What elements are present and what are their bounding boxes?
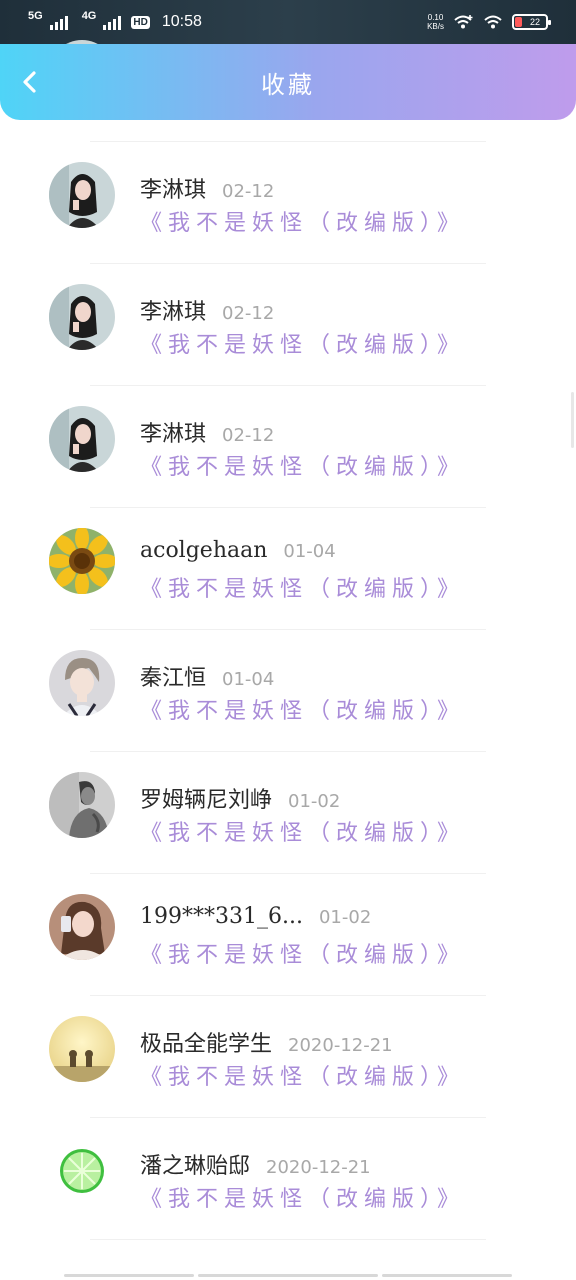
name-line: 秦江恒 01-04 bbox=[140, 660, 274, 692]
name-line: 李淋琪 02-12 bbox=[140, 294, 274, 326]
story-title-link[interactable]: 《我不是妖怪（改编版）》 bbox=[140, 1181, 465, 1213]
portrait-girl-avatar[interactable] bbox=[49, 162, 115, 228]
story-title-link[interactable]: 《我不是妖怪（改编版）》 bbox=[140, 815, 465, 847]
selfie-girl-avatar[interactable] bbox=[49, 894, 115, 960]
favorite-date: 02-12 bbox=[222, 303, 275, 324]
story-title-link[interactable]: 《我不是妖怪（改编版）》 bbox=[140, 1059, 465, 1091]
lime-avatar[interactable] bbox=[49, 1138, 115, 1204]
story-title-link[interactable]: 《我不是妖怪（改编版）》 bbox=[140, 327, 465, 359]
favorite-date: 2020-12-21 bbox=[266, 1157, 371, 1178]
page-title: 收藏 bbox=[261, 70, 315, 99]
list-item[interactable]: 199***331_6... 01-02 《我不是妖怪（改编版）》 bbox=[0, 874, 576, 996]
bottom-progress-bars bbox=[64, 1274, 512, 1278]
name-line: 199***331_6... 01-02 bbox=[140, 904, 371, 929]
name-line: 李淋琪 02-12 bbox=[140, 416, 274, 448]
portrait-girl-avatar[interactable] bbox=[49, 406, 115, 472]
user-name: acolgehaan bbox=[140, 538, 268, 563]
name-line: acolgehaan 01-04 bbox=[140, 538, 336, 563]
list-item[interactable]: 罗姆辆尼刘峥 01-02 《我不是妖怪（改编版）》 bbox=[0, 752, 576, 874]
user-name: 罗姆辆尼刘峥 bbox=[140, 788, 273, 813]
favorite-date: 01-04 bbox=[222, 669, 275, 690]
story-title-link[interactable]: 《我不是妖怪（改编版）》 bbox=[140, 937, 465, 969]
story-title-link[interactable]: 《我不是妖怪（改编版）》 bbox=[140, 571, 465, 603]
user-name: 李淋琪 bbox=[140, 300, 207, 325]
favorite-date: 02-12 bbox=[222, 181, 275, 202]
story-title-link[interactable]: 《我不是妖怪（改编版）》 bbox=[140, 205, 465, 237]
chevron-left-icon bbox=[23, 71, 36, 93]
list-item[interactable]: 李淋琪 02-12 《我不是妖怪（改编版）》 bbox=[0, 264, 576, 386]
divider bbox=[90, 1239, 486, 1240]
favorite-date: 01-02 bbox=[288, 791, 341, 812]
story-title-link[interactable]: 《我不是妖怪（改编版）》 bbox=[140, 449, 465, 481]
list-item[interactable]: 李淋琪 02-12 《我不是妖怪（改编版）》 bbox=[0, 386, 576, 508]
favorite-date: 01-02 bbox=[318, 907, 372, 928]
favorite-date: 2020-12-21 bbox=[288, 1035, 393, 1056]
name-line: 罗姆辆尼刘峥 01-02 bbox=[140, 782, 340, 814]
sunflower-avatar[interactable] bbox=[49, 528, 115, 594]
list-item[interactable]: 秦江恒 01-04 《我不是妖怪（改编版）》 bbox=[0, 630, 576, 752]
user-name: 秦江恒 bbox=[140, 666, 207, 691]
scrollbar-thumb[interactable] bbox=[571, 392, 574, 448]
user-name: 极品全能学生 bbox=[140, 1032, 273, 1057]
name-line: 极品全能学生 2020-12-21 bbox=[140, 1026, 393, 1058]
user-name: 潘之琳贻邸 bbox=[140, 1154, 251, 1179]
sunset-couple-avatar[interactable] bbox=[49, 1016, 115, 1082]
favorite-date: 01-04 bbox=[283, 541, 336, 562]
favorites-list: 《我不是妖怪（改编版）》李淋琪02-12《我不是妖怪（改编版）》李淋琪02-12… bbox=[0, 40, 576, 1240]
list-item[interactable]: 极品全能学生 2020-12-21 《我不是妖怪（改编版）》 bbox=[0, 996, 576, 1118]
anime-boy-avatar[interactable] bbox=[49, 650, 115, 716]
user-name: 199***331_6... bbox=[140, 904, 303, 929]
user-name: 李淋琪 bbox=[140, 422, 207, 447]
name-line: 李淋琪 02-12 bbox=[140, 172, 274, 204]
name-line: 潘之琳贻邸 2020-12-21 bbox=[140, 1148, 371, 1180]
app-header: 收藏 bbox=[0, 44, 576, 120]
back-button[interactable] bbox=[14, 66, 46, 98]
user-name: 李淋琪 bbox=[140, 178, 207, 203]
bw-man-avatar[interactable] bbox=[49, 772, 115, 838]
list-item[interactable]: 潘之琳贻邸 2020-12-21 《我不是妖怪（改编版）》 bbox=[0, 1118, 576, 1240]
story-title-link[interactable]: 《我不是妖怪（改编版）》 bbox=[140, 693, 465, 725]
list-item[interactable]: acolgehaan 01-04 《我不是妖怪（改编版）》 bbox=[0, 508, 576, 630]
portrait-girl-avatar[interactable] bbox=[49, 284, 115, 350]
list-item[interactable]: 李淋琪 02-12 《我不是妖怪（改编版）》 bbox=[0, 142, 576, 264]
favorite-date: 02-12 bbox=[222, 425, 275, 446]
